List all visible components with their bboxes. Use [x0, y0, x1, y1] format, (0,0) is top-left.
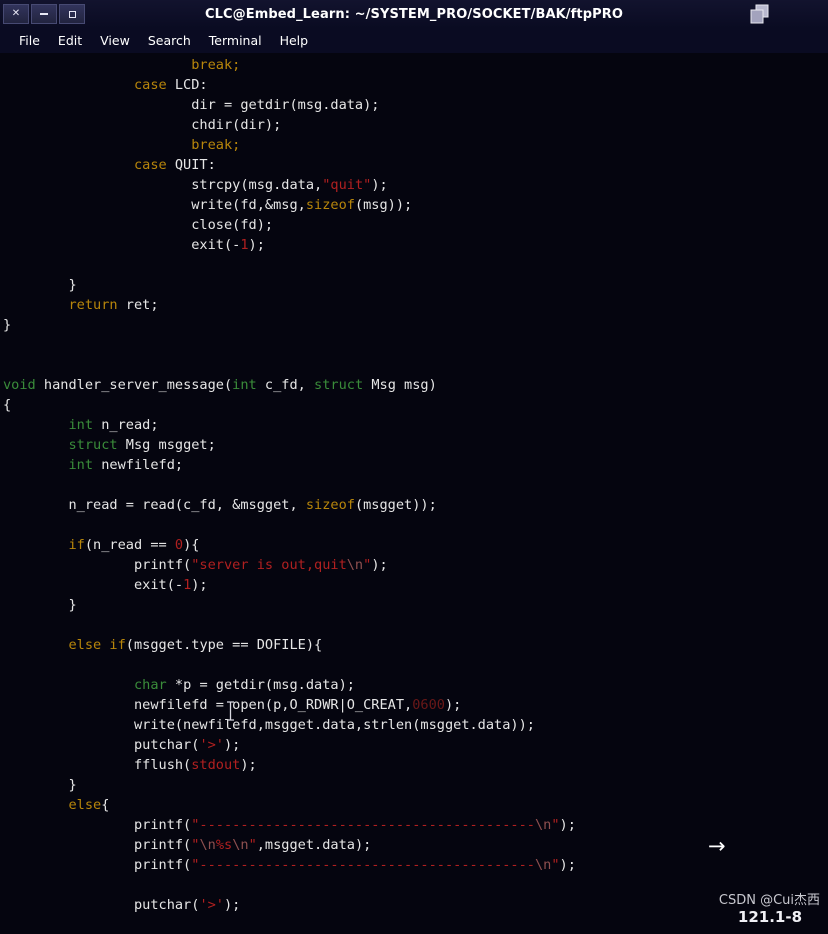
code-line: void handler_server_message(int c_fd, st…	[3, 377, 437, 393]
close-icon: ✕	[11, 8, 21, 19]
code-line: struct Msg msgget;	[68, 437, 216, 453]
code-line: if(n_read == 0){	[68, 537, 200, 553]
code-line: fflush(stdout);	[133, 757, 257, 773]
window-close-button[interactable]: ✕	[3, 4, 29, 24]
menu-item-terminal[interactable]: Terminal	[200, 31, 271, 50]
window-maximize-button[interactable]	[59, 4, 85, 24]
menubar: File Edit View Search Terminal Help	[0, 28, 828, 53]
right-arrow-glyph: →	[708, 834, 726, 858]
code-line: newfilefd = open(p,O_RDWR|O_CREAT,0600);	[133, 697, 462, 713]
code-content: break; case LCD: dir = getdir(msg.data);…	[0, 55, 828, 915]
window-controls: ✕	[3, 4, 85, 24]
code-line: int newfilefd;	[68, 457, 184, 473]
menu-item-view[interactable]: View	[91, 31, 139, 50]
code-line: }	[68, 777, 77, 793]
code-line: close(fd);	[191, 217, 274, 233]
code-line: break;	[191, 137, 241, 153]
code-line: else{	[68, 797, 110, 813]
terminal-screen[interactable]: break; case LCD: dir = getdir(msg.data);…	[0, 53, 828, 934]
window-titlebar: ✕ CLC@Embed_Learn: ~/SYSTEM_PRO/SOCKET/B…	[0, 0, 828, 28]
code-line: int n_read;	[68, 417, 159, 433]
menu-item-edit[interactable]: Edit	[49, 31, 91, 50]
code-line: printf("server is out,quit\n");	[133, 557, 388, 573]
window-stack-icon[interactable]	[749, 4, 771, 25]
watermark-id: 121.1-8	[737, 908, 802, 926]
code-line: {	[3, 397, 12, 413]
code-line: else if(msgget.type == DOFILE){	[68, 637, 323, 653]
code-line: }	[68, 597, 77, 613]
code-line: char *p = getdir(msg.data);	[133, 677, 355, 693]
code-line: printf("\n%s\n",msgget.data);	[133, 837, 372, 853]
code-line: exit(-1);	[133, 577, 208, 593]
code-line: }	[68, 277, 77, 293]
code-line: chdir(dir);	[191, 117, 282, 133]
code-line: dir = getdir(msg.data);	[191, 97, 380, 113]
code-line: printf("--------------------------------…	[133, 817, 576, 833]
code-line: putchar('>');	[133, 737, 241, 753]
code-line: return ret;	[68, 297, 159, 313]
code-line: exit(-1);	[191, 237, 265, 253]
window-title: CLC@Embed_Learn: ~/SYSTEM_PRO/SOCKET/BAK…	[204, 6, 624, 22]
code-line: write(fd,&msg,sizeof(msg));	[191, 197, 413, 213]
menu-item-help[interactable]: Help	[271, 31, 318, 50]
code-line: putchar('>');	[133, 897, 241, 913]
menu-item-file[interactable]: File	[10, 31, 49, 50]
code-line: case QUIT:	[133, 157, 216, 173]
menu-item-search[interactable]: Search	[139, 31, 200, 50]
watermark-attribution: CSDN @Cui杰西	[718, 893, 820, 908]
window-minimize-button[interactable]	[31, 4, 57, 24]
maximize-icon	[68, 10, 76, 18]
code-line: strcpy(msg.data,"quit");	[191, 177, 388, 193]
code-line: printf("--------------------------------…	[133, 857, 576, 873]
code-line: n_read = read(c_fd, &msgget, sizeof(msgg…	[68, 497, 437, 513]
minimize-icon	[40, 13, 48, 15]
code-line: write(newfilefd,msgget.data,strlen(msgge…	[133, 717, 535, 733]
code-line: break;	[191, 57, 241, 73]
code-line: }	[3, 317, 12, 333]
code-line: case LCD:	[133, 77, 208, 93]
